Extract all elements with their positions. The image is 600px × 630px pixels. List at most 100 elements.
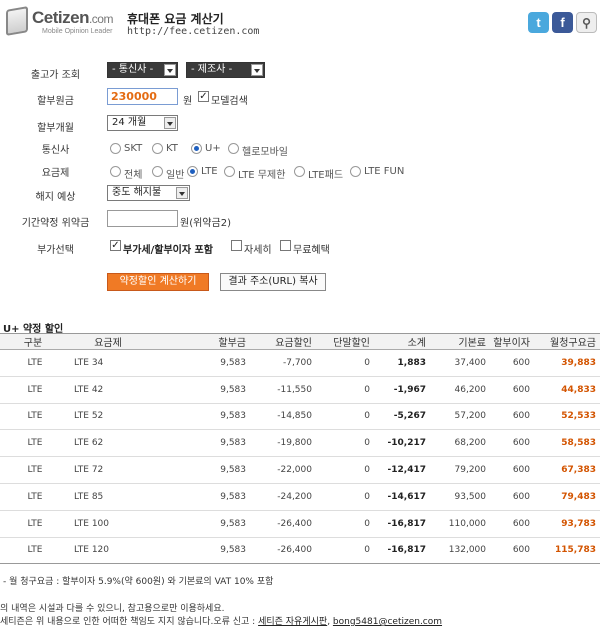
table-cell: LTE [0, 483, 70, 511]
table-cell: 110,000 [430, 510, 490, 538]
table-cell: 600 [490, 376, 534, 404]
email-link[interactable]: bong5481@cetizen.com [333, 617, 442, 627]
table-cell: 79,200 [430, 456, 490, 484]
plan-radio-lte[interactable] [187, 166, 198, 177]
table-cell: 600 [490, 349, 534, 377]
table-cell: LTE 100 [70, 510, 150, 538]
table-cell: 57,200 [430, 403, 490, 431]
col-header: 할부이자 [490, 333, 534, 350]
months-select[interactable]: 24 개월 [107, 115, 178, 131]
table-cell: 9,583 [150, 537, 250, 565]
cancel-select[interactable]: 중도 해지불 [107, 185, 190, 201]
table-cell: 9,583 [150, 403, 250, 431]
table-cell: 0 [316, 510, 374, 538]
footnote: - 월 청구요금 : 할부이자 5.9%(약 600원) 와 기본료의 VAT … [3, 577, 274, 587]
table-cell: 115,783 [534, 537, 600, 565]
col-header: 요금제 [70, 333, 150, 350]
table-cell: 0 [316, 376, 374, 404]
table-cell: 0 [316, 403, 374, 431]
ms-icon[interactable]: ⚲ [576, 12, 597, 33]
facebook-icon[interactable]: f [552, 12, 573, 33]
table-cell: LTE 72 [70, 456, 150, 484]
logo-name: Cetizen [32, 8, 89, 27]
table-cell: 9,583 [150, 456, 250, 484]
carrier-radio-kt[interactable] [152, 143, 163, 154]
table-cell: -26,400 [250, 537, 316, 565]
plan-option-all: 전체 [124, 170, 143, 181]
vat-checkbox[interactable]: ✓ [110, 240, 121, 251]
table-cell: LTE [0, 349, 70, 377]
table-cell: LTE [0, 429, 70, 458]
table-cell: LTE 120 [70, 537, 150, 565]
chevron-down-icon [164, 64, 176, 76]
logo-tagline: Mobile Opinion Leader [42, 28, 113, 35]
cetizen-logo[interactable]: Cetizen.com Mobile Opinion Leader [6, 6, 113, 40]
carrier-radio-uplus[interactable] [191, 143, 202, 154]
logo-box-icon [6, 6, 28, 36]
detail-checkbox[interactable] [231, 240, 242, 251]
table-cell: -1,967 [374, 376, 430, 404]
free-checkbox[interactable] [280, 240, 291, 251]
chevron-down-icon [176, 187, 188, 199]
table-cell: 52,533 [534, 403, 600, 431]
model-search-checkbox[interactable]: ✓ [198, 91, 209, 102]
chevron-down-icon [164, 117, 176, 129]
plan-radio-lte-unlimited[interactable] [224, 166, 235, 177]
table-cell: 0 [316, 456, 374, 484]
table-cell: 600 [490, 483, 534, 511]
carrier-option-skt: SKT [124, 143, 143, 154]
installment-label: 할부원금 [37, 96, 74, 107]
table-cell: 9,583 [150, 510, 250, 538]
maker-select[interactable]: - 제조사 - [186, 62, 265, 78]
header: Cetizen.com Mobile Opinion Leader 휴대폰 요금… [0, 0, 600, 46]
table-cell: 0 [316, 429, 374, 458]
carrier-radio-skt[interactable] [110, 143, 121, 154]
table-cell: LTE 52 [70, 403, 150, 431]
installment-unit: 원 [183, 96, 193, 107]
table-cell: -19,800 [250, 429, 316, 458]
table-cell: 600 [490, 403, 534, 431]
table-cell: 93,783 [534, 510, 600, 538]
table-cell: 58,583 [534, 429, 600, 458]
table-row: LTE LTE 34 9,583 -7,700 0 1,883 37,400 600 39,88… [0, 349, 600, 377]
logo-domain: .com [88, 12, 114, 26]
table-cell: 9,583 [150, 349, 250, 377]
installment-input[interactable]: 230000 [107, 88, 178, 105]
factory-price-label: 출고가 조회 [30, 70, 81, 81]
twitter-icon[interactable]: t [528, 12, 549, 33]
table-cell: -12,417 [374, 456, 430, 484]
months-label: 할부개월 [37, 123, 74, 134]
table-cell: LTE 85 [70, 483, 150, 511]
table-row: LTE LTE 85 9,583 -24,200 0 -14,617 93,500 600 79… [0, 483, 600, 511]
carrier-select[interactable]: - 통신사 - [107, 62, 178, 78]
col-header: 요금할인 [250, 333, 316, 350]
table-cell: -14,617 [374, 483, 430, 511]
carrier-radio-hello[interactable] [228, 143, 239, 154]
free-board-link[interactable]: 세티즌 자유게시판 [258, 617, 327, 627]
table-cell: 9,583 [150, 429, 250, 458]
table-cell: 0 [316, 349, 374, 377]
table-cell: -22,000 [250, 456, 316, 484]
table-cell: 9,583 [150, 483, 250, 511]
page-title: 휴대폰 요금 계산기 [127, 12, 224, 26]
table-cell: LTE [0, 403, 70, 431]
table-cell: 39,883 [534, 349, 600, 377]
table-cell: -10,217 [374, 429, 430, 458]
plan-radio-all[interactable] [110, 166, 121, 177]
plan-radio-lte-fun[interactable] [350, 166, 361, 177]
disclaimer-line-1: 의 내역은 시설과 다를 수 있으니, 참고용으로만 이용하세요. [0, 604, 225, 614]
free-label: 무료혜택 [293, 245, 330, 256]
copy-url-button[interactable]: 결과 주소(URL) 복사 [220, 273, 326, 291]
table-cell: LTE 42 [70, 376, 150, 404]
disclaimer-line-2: 세티즌은 위 내용으로 인한 어떠한 책임도 지지 않습니다.오류 신고 : 세… [0, 617, 443, 627]
plan-radio-lte-pad[interactable] [294, 166, 305, 177]
plan-option-lte-pad: LTE패드 [308, 170, 344, 181]
result-table: 구분 요금제 할부금 요금할인 단말할인 소계 기본료 할부이자 월청구요금 L… [0, 333, 600, 565]
penalty-input[interactable] [107, 210, 178, 227]
col-header: 기본료 [430, 333, 490, 350]
plan-radio-normal[interactable] [152, 166, 163, 177]
carrier-label: 통신사 [41, 145, 70, 156]
calculate-button[interactable]: 약정할인 계산하기 [107, 273, 209, 291]
plan-label: 요금제 [41, 168, 70, 179]
table-row: LTE LTE 62 9,583 -19,800 0 -10,217 68,200 600 58… [0, 429, 600, 458]
